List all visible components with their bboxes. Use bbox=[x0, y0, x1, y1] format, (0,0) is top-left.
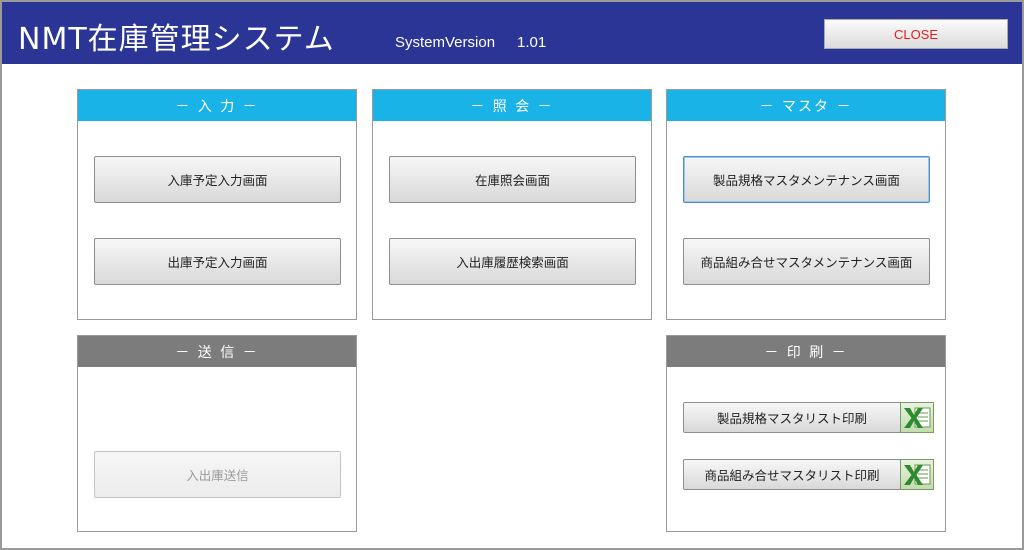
send-inout-button[interactable]: 入出庫送信 bbox=[94, 451, 341, 498]
product-combination-master-button[interactable]: 商品組み合せマスタメンテナンス画面 bbox=[683, 238, 930, 285]
app-title: NMT在庫管理システム bbox=[18, 22, 335, 57]
print-product-combination-list-button[interactable]: 商品組み合せマスタリスト印刷 bbox=[683, 459, 901, 490]
send-panel-title: － 送 信 － bbox=[78, 336, 356, 367]
print-panel: － 印 刷 － 製品規格マスタリスト印刷 商品組み合せマスタリスト印刷 bbox=[666, 335, 946, 532]
history-search-button[interactable]: 入出庫履歴検索画面 bbox=[389, 238, 636, 285]
shipping-plan-entry-button[interactable]: 出庫予定入力画面 bbox=[94, 238, 341, 285]
print-product-spec-list-button[interactable]: 製品規格マスタリスト印刷 bbox=[683, 402, 901, 433]
print-panel-title: － 印 刷 － bbox=[667, 336, 945, 367]
excel-icon[interactable] bbox=[900, 402, 934, 433]
product-spec-master-button[interactable]: 製品規格マスタメンテナンス画面 bbox=[683, 156, 930, 203]
input-panel: － 入 力 － 入庫予定入力画面 出庫予定入力画面 bbox=[77, 89, 357, 320]
system-version-label: SystemVersion bbox=[395, 34, 496, 51]
system-version-number: 1.01 bbox=[517, 34, 547, 51]
master-panel-title: － マスタ － bbox=[667, 90, 945, 121]
inquiry-panel: － 照 会 － 在庫照会画面 入出庫履歴検索画面 bbox=[372, 89, 652, 320]
inquiry-panel-title: － 照 会 － bbox=[373, 90, 651, 121]
master-panel: － マスタ － 製品規格マスタメンテナンス画面 商品組み合せマスタメンテナンス画… bbox=[666, 89, 946, 320]
send-panel: － 送 信 － 入出庫送信 bbox=[77, 335, 357, 532]
excel-icon[interactable] bbox=[900, 459, 934, 490]
system-version: SystemVersion 1.01 bbox=[395, 34, 546, 51]
app-header: NMT在庫管理システム SystemVersion 1.01 CLOSE bbox=[2, 2, 1022, 64]
inventory-inquiry-button[interactable]: 在庫照会画面 bbox=[389, 156, 636, 203]
close-button[interactable]: CLOSE bbox=[824, 19, 1008, 49]
input-panel-title: － 入 力 － bbox=[78, 90, 356, 121]
receiving-plan-entry-button[interactable]: 入庫予定入力画面 bbox=[94, 156, 341, 203]
